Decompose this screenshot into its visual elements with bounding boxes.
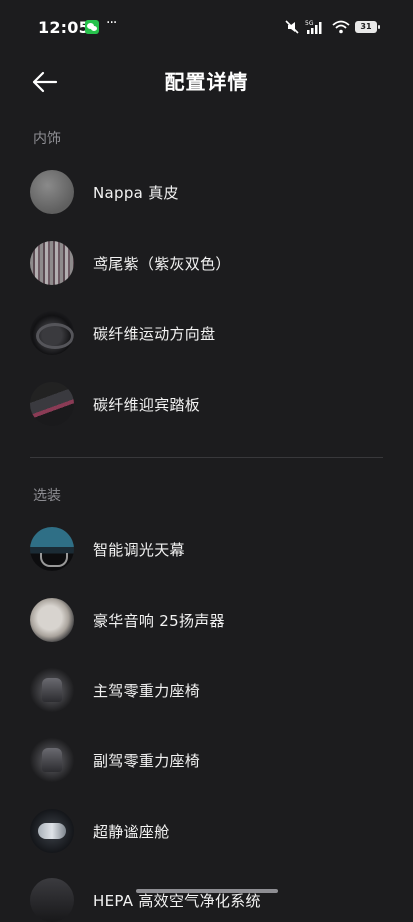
- quiet-cabin-photo-icon: [30, 809, 74, 853]
- list-item: 碳纤维运动方向盘: [30, 311, 215, 355]
- list-item: 豪华音响 25扬声器: [30, 598, 225, 642]
- item-label: 碳纤维运动方向盘: [93, 324, 216, 343]
- list-item: 碳纤维迎宾踏板: [30, 382, 200, 426]
- list-item: HEPA 高效空气净化系统: [30, 878, 261, 922]
- wifi-icon: [332, 20, 350, 34]
- item-label: 主驾零重力座椅: [93, 681, 201, 700]
- passenger-seat-photo-icon: [30, 738, 74, 782]
- speaker-photo-icon: [30, 598, 74, 642]
- list-item: Nappa 真皮: [30, 170, 179, 214]
- air-purifier-photo-icon: [30, 878, 74, 922]
- steering-wheel-photo-icon: [30, 311, 74, 355]
- sunroof-photo-icon: [30, 527, 74, 571]
- item-label: 副驾零重力座椅: [93, 751, 201, 770]
- list-item: 超静谧座舱: [30, 809, 170, 853]
- section-label-interior: 内饰: [33, 131, 61, 147]
- section-label-options: 选装: [33, 488, 61, 504]
- page-title: 配置详情: [164, 70, 249, 94]
- cellular-signal-icon: 5G: [305, 20, 322, 34]
- network-type-label: 5G: [305, 20, 314, 27]
- item-label: 超静谧座舱: [93, 822, 170, 841]
- home-indicator[interactable]: [136, 889, 278, 893]
- mute-icon: [285, 20, 299, 34]
- item-label: 豪华音响 25扬声器: [93, 611, 225, 630]
- item-label: 智能调光天幕: [93, 540, 185, 559]
- status-time: 12:05: [38, 18, 90, 37]
- item-label: 碳纤维迎宾踏板: [93, 395, 201, 414]
- status-bar: 12:05 ··· 5G 31: [0, 0, 413, 56]
- nappa-leather-swatch-icon: [30, 170, 74, 214]
- status-icons: 5G 31: [284, 18, 380, 36]
- driver-seat-photo-icon: [30, 668, 74, 712]
- more-notifications-icon: ···: [106, 15, 117, 31]
- list-item: 主驾零重力座椅: [30, 668, 200, 712]
- list-item: 智能调光天幕: [30, 527, 185, 571]
- list-item: 鸢尾紫（紫灰双色）: [30, 241, 231, 285]
- door-sill-photo-icon: [30, 382, 74, 426]
- battery-icon: 31: [355, 21, 380, 33]
- wechat-notification-icon: [85, 20, 99, 34]
- iris-purple-swatch-icon: [30, 241, 74, 285]
- section-divider: [30, 457, 383, 458]
- item-label: Nappa 真皮: [93, 183, 179, 202]
- item-label: 鸢尾紫（紫灰双色）: [93, 254, 231, 273]
- list-item: 副驾零重力座椅: [30, 738, 200, 782]
